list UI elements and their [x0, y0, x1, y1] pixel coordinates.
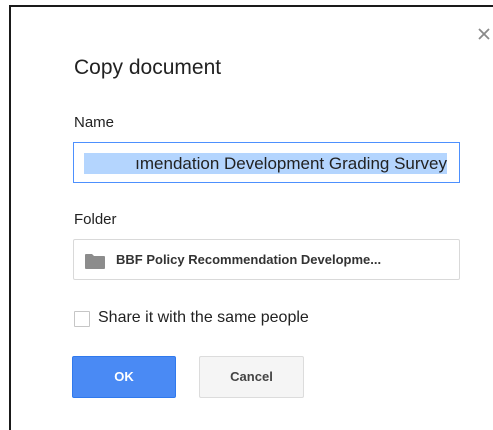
name-input-value: ımendation Development Grading Survey: [135, 154, 447, 173]
folder-icon: [85, 253, 105, 269]
folder-name: BBF Policy Recommendation Developme...: [116, 252, 382, 267]
folder-picker[interactable]: BBF Policy Recommendation Developme...: [73, 239, 460, 280]
name-input[interactable]: ımendation Development Grading Survey: [73, 142, 460, 183]
name-label: Name: [74, 114, 115, 131]
folder-label: Folder: [74, 211, 117, 228]
copy-document-dialog: Copy document Name ımendation Developmen…: [9, 5, 493, 430]
share-label: Share it with the same people: [98, 309, 309, 326]
share-checkbox[interactable]: [74, 311, 90, 327]
ok-button[interactable]: OK: [72, 356, 176, 398]
dialog-title: Copy document: [74, 56, 222, 79]
close-icon[interactable]: [476, 26, 492, 42]
cancel-button[interactable]: Cancel: [199, 356, 304, 398]
